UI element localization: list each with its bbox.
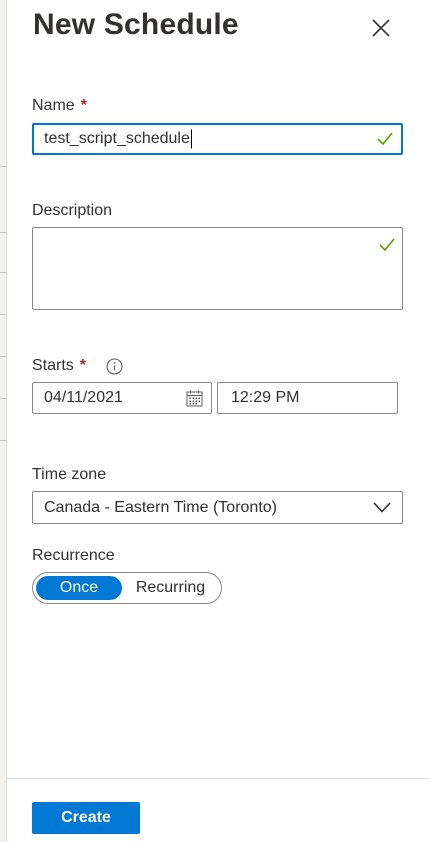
description-textarea[interactable] [32,227,403,310]
timezone-label: Time zone [32,466,107,483]
required-marker: * [80,97,87,114]
recurrence-toggle: Once Recurring [32,572,222,604]
start-date-value: 04/11/2021 [44,389,123,406]
start-time-input[interactable]: 12:29 PM [217,382,398,414]
starts-label: Starts * [32,357,87,374]
info-icon[interactable] [106,358,123,375]
footer-divider [7,778,430,779]
timezone-dropdown[interactable]: Canada - Eastern Time (Toronto) [32,491,403,524]
name-label: Name * [32,97,87,114]
recurrence-label: Recurrence [32,547,115,564]
start-date-picker[interactable]: 04/11/2021 [32,382,212,414]
start-time-value: 12:29 PM [231,389,300,406]
close-icon [372,19,390,37]
description-label: Description [32,202,113,219]
create-button[interactable]: Create [32,802,140,834]
calendar-icon[interactable] [186,390,203,407]
name-input[interactable]: test_script_schedule [32,123,403,155]
recurrence-option-once[interactable]: Once [36,576,122,600]
timezone-selected: Canada - Eastern Time (Toronto) [44,498,277,516]
background-blade-edge [0,0,7,842]
new-schedule-panel: New Schedule Name * test_script_schedule … [7,0,430,842]
recurrence-option-recurring[interactable]: Recurring [122,579,219,597]
close-button[interactable] [367,14,395,42]
panel-title: New Schedule [33,8,239,41]
checkmark-icon [379,238,395,252]
required-marker: * [79,357,87,374]
name-input-value: test_script_schedule [44,130,190,148]
checkmark-icon [377,132,393,146]
chevron-down-icon [373,502,391,513]
